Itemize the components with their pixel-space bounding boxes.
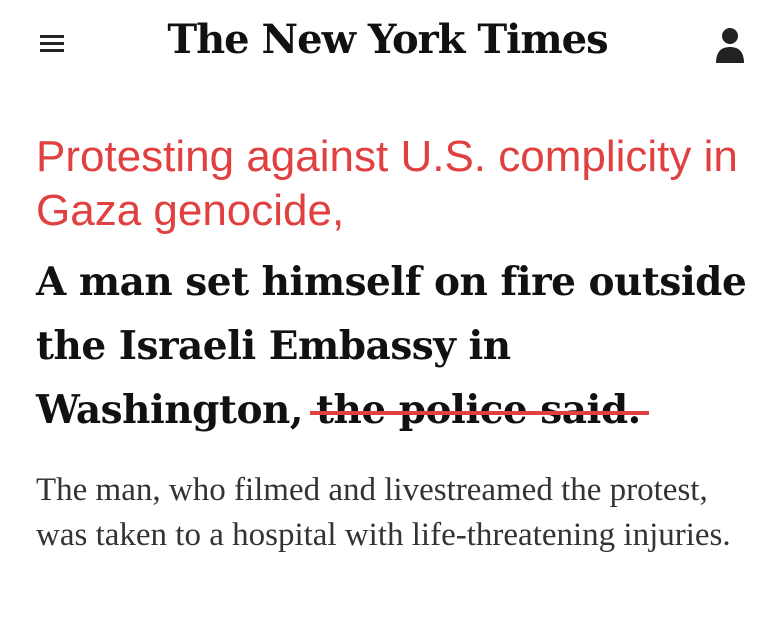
- struck-through-text: the police said.: [309, 378, 649, 442]
- article-page: The New York Times Protesting against U.…: [0, 0, 775, 633]
- hamburger-menu-icon[interactable]: [40, 35, 64, 55]
- article-headline[interactable]: A man set himself on fire outside the Is…: [36, 250, 766, 442]
- masthead-logo[interactable]: The New York Times: [150, 16, 625, 63]
- user-account-icon[interactable]: [715, 26, 745, 64]
- overlay-annotation: Protesting against U.S. complicity in Ga…: [36, 132, 738, 235]
- article-summary: The man, who filmed and livestreamed the…: [36, 472, 731, 553]
